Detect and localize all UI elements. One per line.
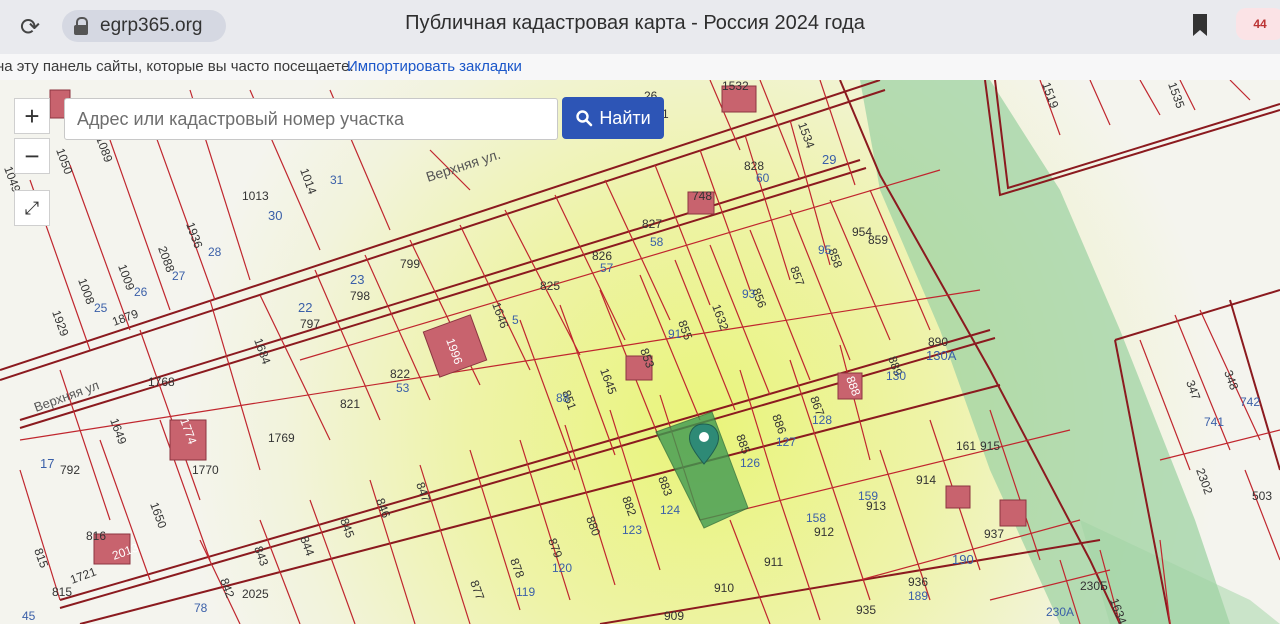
parcel-label: 189 bbox=[908, 589, 928, 603]
parcel-label: 57 bbox=[600, 261, 614, 275]
parcel-label: 911 bbox=[764, 555, 783, 569]
parcel-label: 912 bbox=[814, 525, 834, 539]
search-button-label: Найти bbox=[599, 107, 651, 128]
parcel-label: 93 bbox=[742, 287, 756, 301]
parcel-label: 119 bbox=[516, 585, 535, 599]
parcel-label: 799 bbox=[400, 257, 420, 271]
parcel-label: 130 bbox=[886, 369, 906, 383]
bookmarks-bar: на эту панель сайты, которые вы часто по… bbox=[0, 54, 1280, 81]
parcel-label: 741 bbox=[1204, 415, 1224, 429]
bookmarks-hint: на эту панель сайты, которые вы часто по… bbox=[0, 58, 354, 75]
parcel-label: 825 bbox=[540, 279, 560, 293]
parcel-label: 827 bbox=[642, 217, 662, 231]
parcel-label: 127 bbox=[776, 435, 796, 449]
parcel-label: 95 bbox=[818, 243, 832, 257]
parcel-label: 816 bbox=[86, 529, 106, 543]
parcel-label: 914 bbox=[916, 473, 936, 487]
parcel-label: 31 bbox=[330, 173, 344, 187]
extension-badge[interactable]: 44 bbox=[1236, 8, 1280, 40]
reload-icon[interactable]: ⟳ bbox=[14, 11, 46, 43]
address-bar[interactable]: egrp365.org bbox=[62, 10, 226, 42]
parcel-label: 230А bbox=[1046, 605, 1074, 619]
parcel-label: 124 bbox=[660, 503, 680, 517]
parcel-label: 128 bbox=[812, 413, 832, 427]
search-input[interactable] bbox=[64, 98, 558, 140]
parcel-label: 30 bbox=[268, 208, 282, 223]
parcel-label: 123 bbox=[622, 523, 642, 537]
parcel-label: 822 bbox=[390, 367, 410, 381]
parcel-label: 935 bbox=[856, 603, 876, 617]
parcel-label: 91 bbox=[668, 327, 682, 341]
parcel-label: 23 bbox=[350, 272, 364, 287]
parcel-label: 230Б bbox=[1080, 579, 1108, 593]
parcel-label: 2025 bbox=[242, 587, 269, 601]
parcel-label: 28 bbox=[208, 245, 222, 259]
parcel-label: 890 bbox=[928, 335, 948, 349]
parcel-label: 1768 bbox=[148, 375, 175, 389]
parcel-label: 17 bbox=[40, 456, 54, 471]
lock-icon bbox=[74, 17, 88, 35]
parcel-label: 1770 bbox=[192, 463, 219, 477]
parcel-label: 792 bbox=[60, 463, 80, 477]
bookmark-icon[interactable] bbox=[1190, 12, 1210, 38]
page-title: Публичная кадастровая карта - Россия 202… bbox=[405, 12, 865, 34]
parcel-label: 821 bbox=[340, 397, 360, 411]
parcel-label: 88 bbox=[556, 391, 570, 405]
search-button[interactable]: Найти bbox=[562, 97, 664, 139]
building bbox=[945, 485, 971, 509]
parcel-label: 120 bbox=[552, 561, 572, 575]
browser-toolbar: ⟳ egrp365.org Публичная кадастровая карт… bbox=[0, 0, 1280, 54]
parcel-label: 748 bbox=[692, 189, 712, 203]
building bbox=[999, 499, 1027, 527]
parcel-label: 909 bbox=[664, 609, 684, 623]
parcel-label: 161 bbox=[956, 439, 976, 453]
url-text: egrp365.org bbox=[100, 15, 203, 36]
zoom-in-button[interactable]: + bbox=[14, 98, 50, 134]
parcel-label: 158 bbox=[806, 511, 826, 525]
parcel-label: 29 bbox=[822, 152, 836, 167]
parcel-label: 503 bbox=[1252, 489, 1272, 503]
parcel-label: 58 bbox=[650, 235, 664, 249]
parcel-label: 60 bbox=[756, 171, 770, 185]
parcel-label: 130А bbox=[926, 348, 957, 363]
parcel-label: 742 bbox=[1240, 395, 1260, 409]
parcel-label: 78 bbox=[194, 601, 208, 615]
parcel-label: 913 bbox=[866, 499, 886, 513]
parcel-label: 910 bbox=[714, 581, 734, 595]
fullscreen-icon[interactable]: ⤢ bbox=[14, 190, 50, 226]
parcel-label: 815 bbox=[52, 585, 72, 599]
import-bookmarks-link[interactable]: Импортировать закладки bbox=[347, 58, 522, 75]
search-icon bbox=[576, 110, 593, 127]
parcel-label: 1532 bbox=[722, 80, 749, 93]
parcel-label: 798 bbox=[350, 289, 370, 303]
parcel-label: 797 bbox=[300, 317, 320, 331]
map-canvas[interactable]: Верхняя ул. Верхняя ул 1013 30 1014 31 1… bbox=[0, 80, 1280, 624]
parcel-label: 25 bbox=[94, 301, 108, 315]
parcel-label: 22 bbox=[298, 300, 312, 315]
parcel-label: 937 bbox=[984, 527, 1004, 541]
parcel-label: 26 bbox=[134, 285, 148, 299]
parcel-label: 915 bbox=[980, 439, 1000, 453]
cadastral-map[interactable]: Верхняя ул. Верхняя ул 1013 30 1014 31 1… bbox=[0, 80, 1280, 624]
parcel-label: 126 bbox=[740, 456, 760, 470]
parcel-label: 5 bbox=[512, 313, 519, 327]
parcel-label: 27 bbox=[172, 269, 186, 283]
zoom-out-button[interactable]: − bbox=[14, 138, 50, 174]
parcel-label: 936 bbox=[908, 575, 928, 589]
parcel-label: 1769 bbox=[268, 431, 295, 445]
parcel-label: 190 bbox=[952, 552, 974, 567]
parcel-label: 859 bbox=[868, 233, 888, 247]
parcel-label: 45 bbox=[22, 609, 36, 623]
parcel-label: 1013 bbox=[242, 189, 269, 203]
parcel-label: 53 bbox=[396, 381, 410, 395]
